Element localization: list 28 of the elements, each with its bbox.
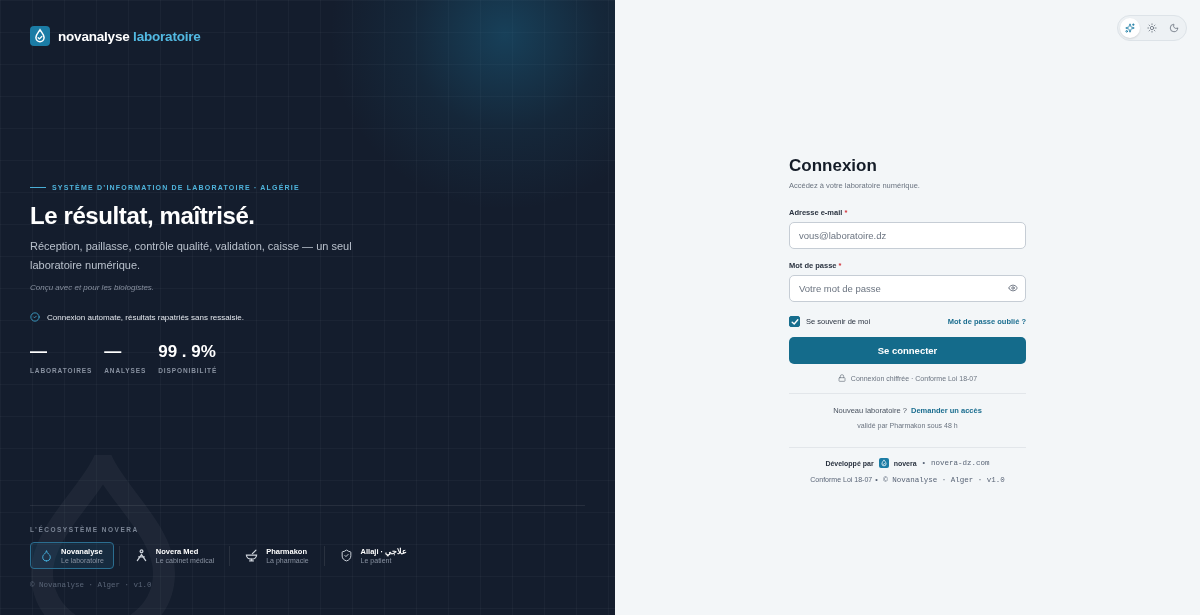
droplet-icon [40,549,53,562]
sparkles-icon [1125,23,1135,33]
novera-logo-icon [878,458,889,468]
sun-icon [1147,23,1157,33]
stat-value: — [30,342,47,362]
lock-icon [837,374,846,382]
eye-icon [1008,283,1018,293]
login-button[interactable]: Se connecter [789,337,1026,364]
moon-icon [1169,23,1179,33]
note-text: Conçu avec et pour les biologistes. [30,283,155,292]
password-field[interactable]: Votre mot de passe [789,275,1026,302]
headline: Le résultat, maîtrisé. [30,201,255,231]
stat-value: 99 . 9% [158,342,216,362]
stat-value: — [104,342,122,362]
circle-check-icon [30,312,40,322]
description-text: Réception, paillasse, contrôle qualité, validation, caisse — un seul laboratoire numérique. [30,239,353,273]
remember-checkbox[interactable] [789,316,800,327]
theme-option[interactable] [1120,18,1140,38]
login-title: Connexion [789,155,877,176]
brand-wordmark: novanalyse laboratoire [58,28,201,44]
feature-text: Connexion automate, résultats rapatriés sans ressaisie. [47,312,244,322]
person-icon [134,549,148,562]
shield-check-icon [339,549,353,562]
bowl-icon [245,549,259,562]
check-icon [790,317,799,326]
email-field[interactable]: vous@laboratoire.dz [789,222,1026,249]
logo-icon [30,26,50,46]
show-password-button[interactable] [1007,282,1019,294]
